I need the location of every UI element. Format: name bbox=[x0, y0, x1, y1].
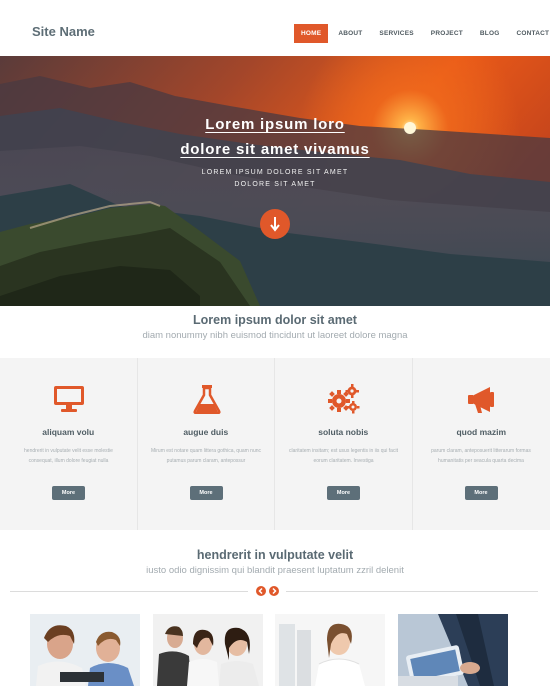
divider-right bbox=[286, 591, 538, 592]
team-photo-image bbox=[30, 614, 140, 686]
gears-icon bbox=[328, 384, 360, 414]
team-section-subtitle: iusto odio dignissim qui blandit praesen… bbox=[146, 565, 404, 576]
feature-title: aliquam volu bbox=[42, 427, 95, 437]
team-photo[interactable] bbox=[398, 614, 508, 686]
divider-left bbox=[10, 591, 248, 592]
more-button[interactable]: More bbox=[189, 486, 223, 500]
feature-title: soluta nobis bbox=[318, 427, 369, 437]
nav-item-blog[interactable]: BLOG bbox=[473, 24, 507, 43]
scroll-down-button[interactable] bbox=[260, 209, 290, 239]
carousel-prev-button[interactable] bbox=[256, 586, 266, 596]
hero-title-line1[interactable]: Lorem ipsum loro bbox=[0, 116, 550, 133]
arrow-down-icon bbox=[270, 217, 280, 232]
nav-item-about[interactable]: ABOUT bbox=[331, 24, 369, 43]
hero-banner: Lorem ipsum loro dolore sit amet vivamus… bbox=[0, 56, 550, 306]
team-photo-image bbox=[153, 614, 263, 686]
hero-subtitle-line2: DOLORE SIT AMET bbox=[234, 181, 316, 188]
feature-card: soluta nobis claritatem insitam; est usu… bbox=[275, 358, 413, 530]
feature-card: quod mazim parum claram, anteposuerit li… bbox=[413, 358, 550, 530]
nav-item-contact[interactable]: CONTACT bbox=[509, 24, 550, 43]
site-name-logo[interactable]: Site Name bbox=[32, 24, 95, 39]
intro-subtitle: diam nonummy nibh euismod tincidunt ut l… bbox=[142, 330, 408, 341]
megaphone-icon bbox=[467, 387, 494, 413]
hero-title-line2[interactable]: dolore sit amet vivamus bbox=[0, 141, 550, 158]
monitor-icon bbox=[54, 386, 84, 412]
flask-icon bbox=[192, 385, 221, 414]
nav-item-home[interactable]: HOME bbox=[294, 24, 329, 43]
team-photo[interactable] bbox=[153, 614, 263, 686]
main-nav: HOME ABOUT SERVICES PROJECT BLOG CONTACT bbox=[294, 24, 550, 43]
team-photo-image bbox=[275, 614, 385, 686]
feature-text: parum claram, anteposuerit litterarum fo… bbox=[431, 448, 531, 464]
feature-card: augue duis Mirum est notare quam littera… bbox=[138, 358, 275, 530]
feature-text: Mirum est notare quam littera gothica, q… bbox=[150, 448, 262, 464]
nav-item-project[interactable]: PROJECT bbox=[424, 24, 470, 43]
hero-subtitle-line1: LOREM IPSUM DOLORE SIT AMET bbox=[201, 169, 349, 176]
more-button[interactable]: More bbox=[327, 486, 360, 500]
intro-title: Lorem ipsum dolor sit amet bbox=[193, 313, 357, 327]
arrow-right-icon bbox=[272, 587, 277, 595]
more-button[interactable]: More bbox=[464, 486, 498, 500]
arrow-left-icon bbox=[258, 587, 263, 595]
carousel-next-button[interactable] bbox=[269, 586, 279, 596]
feature-card: aliquam volu hendrerit in vulputate veli… bbox=[0, 358, 138, 530]
feature-text: claritatem insitam; est usus legentis in… bbox=[289, 448, 398, 464]
more-button[interactable]: More bbox=[52, 486, 85, 500]
feature-title: quod mazim bbox=[456, 427, 507, 437]
feature-text: hendrerit in vulputate velit esse molest… bbox=[24, 448, 113, 464]
team-photo[interactable] bbox=[30, 614, 140, 686]
team-photo[interactable] bbox=[275, 614, 385, 686]
team-section-title: hendrerit in vulputate velit bbox=[196, 548, 354, 562]
team-photo-image bbox=[398, 614, 508, 686]
site-header: Site Name HOME ABOUT SERVICES PROJECT BL… bbox=[0, 0, 550, 56]
team-photo-gallery bbox=[30, 614, 510, 686]
features-section: aliquam volu hendrerit in vulputate veli… bbox=[0, 358, 550, 530]
nav-item-services[interactable]: SERVICES bbox=[372, 24, 420, 43]
feature-title: augue duis bbox=[183, 427, 229, 437]
